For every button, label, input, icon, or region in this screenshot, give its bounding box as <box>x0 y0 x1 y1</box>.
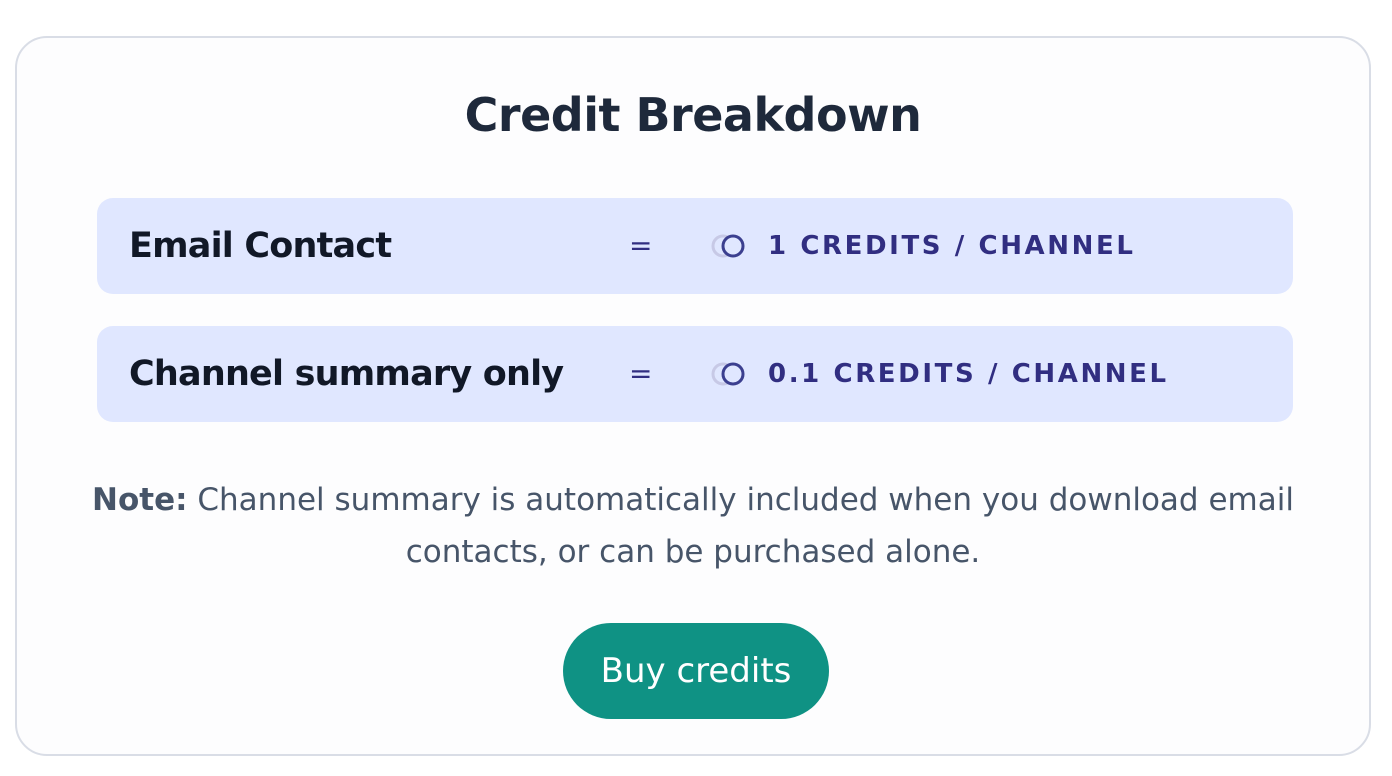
buy-credits-button[interactable]: Buy credits <box>563 623 829 719</box>
credit-row-channel-summary: Channel summary only = 0.1 CREDITS / CHA… <box>97 326 1293 422</box>
coins-icon <box>709 360 749 388</box>
equals-sign: = <box>629 357 653 390</box>
card-title: Credit Breakdown <box>464 88 922 142</box>
note-prefix: Note: <box>92 482 188 518</box>
row-label: Email Contact <box>129 226 392 266</box>
row-credit-value: 1 CREDITS / CHANNEL <box>768 231 1136 261</box>
row-credit-value: 0.1 CREDITS / CHANNEL <box>768 359 1169 389</box>
row-label: Channel summary only <box>129 354 564 394</box>
note-text: Note: Channel summary is automatically i… <box>87 474 1299 578</box>
equals-sign: = <box>629 229 653 262</box>
note-body: Channel summary is automatically include… <box>197 482 1294 570</box>
coins-icon <box>709 232 749 260</box>
credit-breakdown-card: Credit Breakdown Email Contact = 1 CREDI… <box>15 36 1371 756</box>
credit-row-email-contact: Email Contact = 1 CREDITS / CHANNEL <box>97 198 1293 294</box>
